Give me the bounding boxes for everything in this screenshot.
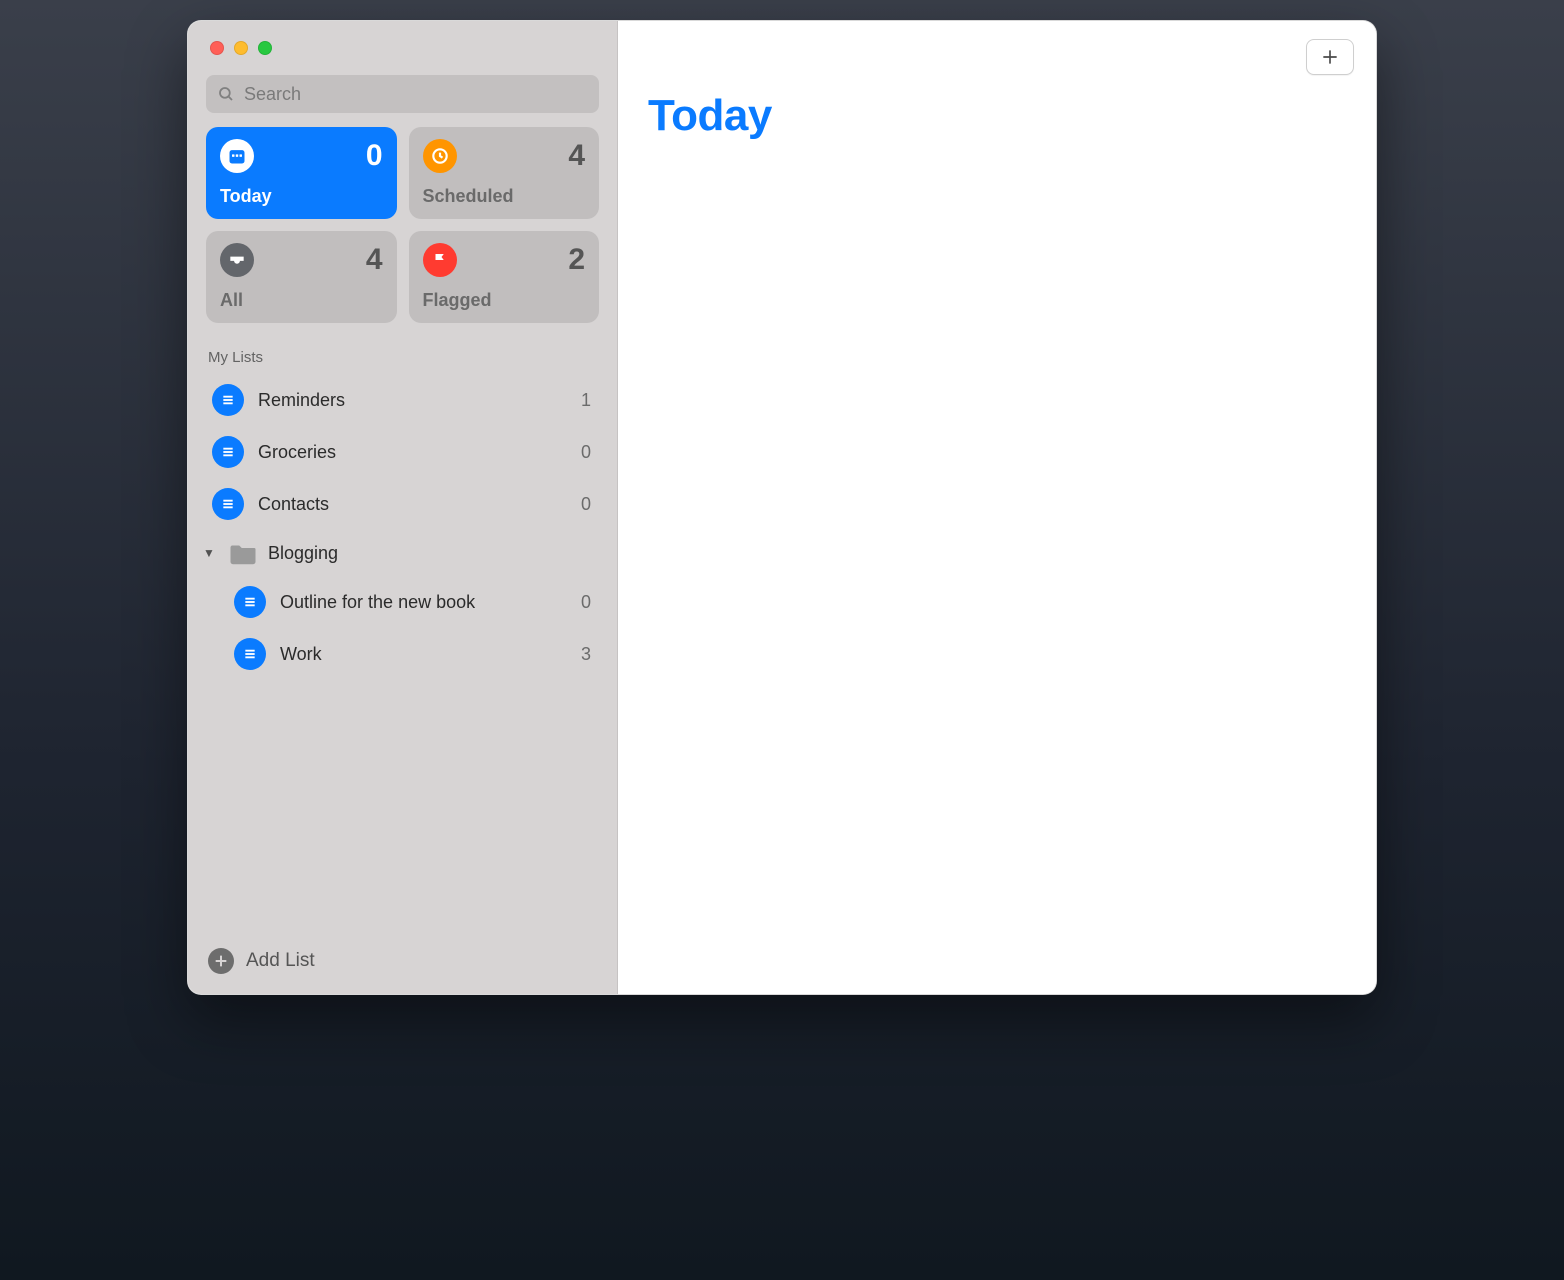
list-item-count: 1 — [581, 390, 597, 411]
smart-list-flagged[interactable]: 2 Flagged — [409, 231, 600, 323]
search-input[interactable] — [206, 75, 599, 113]
list-bullet-icon — [212, 488, 244, 520]
my-lists-header: My Lists — [188, 335, 617, 372]
list-item-contacts[interactable]: Contacts 0 — [198, 478, 607, 530]
folder-icon — [228, 540, 258, 566]
main-pane: Today — [618, 21, 1376, 994]
plus-circle-icon — [208, 948, 234, 974]
list-item-label: Groceries — [258, 442, 567, 463]
smart-list-scheduled[interactable]: 4 Scheduled — [409, 127, 600, 219]
search-icon — [217, 85, 235, 103]
folder-label: Blogging — [268, 543, 338, 564]
list-item-outline[interactable]: Outline for the new book 0 — [220, 576, 607, 628]
folder-children: Outline for the new book 0 Work 3 — [198, 576, 607, 680]
smart-flagged-label: Flagged — [423, 290, 586, 311]
window-controls — [188, 21, 617, 69]
clock-icon — [423, 139, 457, 173]
list-bullet-icon — [212, 436, 244, 468]
list-item-label: Outline for the new book — [280, 592, 567, 613]
smart-scheduled-count: 4 — [568, 139, 585, 173]
reminders-window: 0 Today 4 Scheduled 4 — [187, 20, 1377, 995]
folder-item-blogging[interactable]: ▼ Blogging — [198, 530, 607, 576]
add-reminder-button[interactable] — [1306, 39, 1354, 75]
list-item-count: 0 — [581, 592, 597, 613]
list-item-label: Reminders — [258, 390, 567, 411]
chevron-down-icon[interactable]: ▼ — [200, 546, 218, 560]
calendar-today-icon — [220, 139, 254, 173]
page-title: Today — [648, 91, 1346, 141]
list-item-count: 0 — [581, 442, 597, 463]
minimize-window-button[interactable] — [234, 41, 248, 55]
list-bullet-icon — [234, 586, 266, 618]
list-item-work[interactable]: Work 3 — [220, 628, 607, 680]
list-item-reminders[interactable]: Reminders 1 — [198, 374, 607, 426]
list-item-label: Contacts — [258, 494, 567, 515]
flag-icon — [423, 243, 457, 277]
my-lists: Reminders 1 Groceries 0 Contacts 0 ▼ — [188, 372, 617, 680]
zoom-window-button[interactable] — [258, 41, 272, 55]
list-item-label: Work — [280, 644, 567, 665]
smart-list-today[interactable]: 0 Today — [206, 127, 397, 219]
smart-list-all[interactable]: 4 All — [206, 231, 397, 323]
smart-scheduled-label: Scheduled — [423, 186, 586, 207]
plus-icon — [1320, 47, 1340, 67]
smart-all-count: 4 — [366, 243, 383, 277]
list-item-count: 3 — [581, 644, 597, 665]
list-item-groceries[interactable]: Groceries 0 — [198, 426, 607, 478]
smart-all-label: All — [220, 290, 383, 311]
smart-today-count: 0 — [366, 139, 383, 173]
list-bullet-icon — [212, 384, 244, 416]
add-list-label: Add List — [246, 950, 315, 972]
list-bullet-icon — [234, 638, 266, 670]
add-list-button[interactable]: Add List — [188, 932, 617, 994]
search-container — [188, 69, 617, 127]
smart-flagged-count: 2 — [568, 243, 585, 277]
sidebar: 0 Today 4 Scheduled 4 — [188, 21, 618, 994]
smart-today-label: Today — [220, 186, 383, 207]
list-item-count: 0 — [581, 494, 597, 515]
smart-lists-grid: 0 Today 4 Scheduled 4 — [188, 127, 617, 335]
tray-icon — [220, 243, 254, 277]
close-window-button[interactable] — [210, 41, 224, 55]
